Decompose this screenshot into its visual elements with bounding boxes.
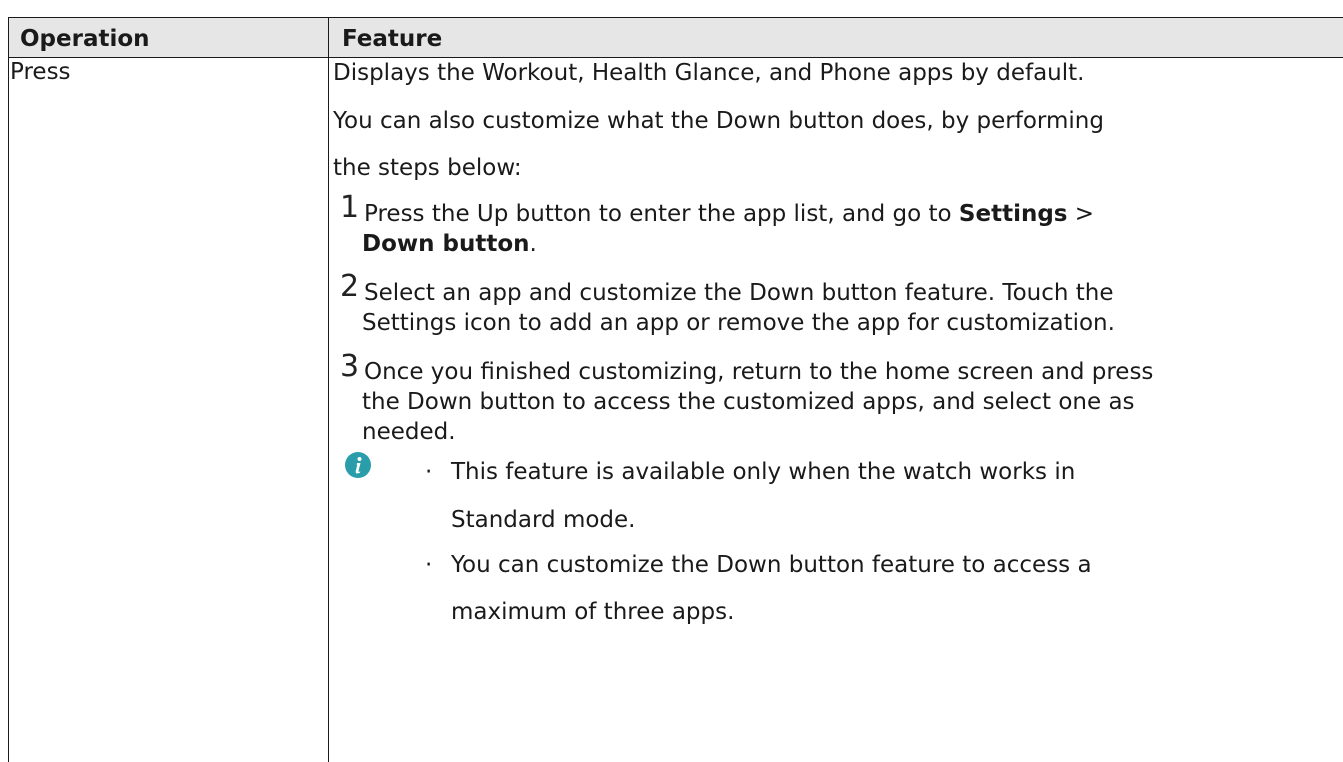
step-2-line-1: Select an app and customize the Down but… [364, 280, 1114, 306]
step-1-down-button-bold: Down button [362, 231, 530, 257]
table-header-row: Operation Feature [8, 18, 1343, 57]
column-divider [328, 17, 329, 762]
info-icon [345, 452, 371, 478]
step-3-line-2: the Down button to access the customized… [362, 389, 1135, 415]
note-1-line-1: This feature is available only when the … [451, 459, 1076, 485]
note-bullet-1: · [425, 459, 433, 485]
note-1-line-2: Standard mode. [451, 507, 636, 533]
note-bullet-2: · [425, 552, 433, 578]
note-2-line-1: You can customize the Down button featur… [451, 552, 1092, 578]
feature-intro-line-1: Displays the Workout, Health Glance, and… [333, 60, 1085, 86]
step-1-line-1: Press the Up button to enter the app lis… [364, 199, 1094, 229]
table-left-border [8, 17, 9, 762]
step-number-2: 2 [340, 269, 360, 304]
step-1-period: . [529, 231, 537, 257]
step-1-line-2: Down button. [362, 229, 537, 259]
step-number-3: 3 [340, 349, 360, 384]
feature-intro-line-3: the steps below: [333, 155, 522, 181]
step-1-text: Press the Up button to enter the app lis… [364, 201, 959, 227]
step-number-1: 1 [340, 190, 360, 225]
note-2-line-2: maximum of three apps. [451, 599, 735, 625]
operation-cell: Press [10, 59, 71, 85]
document-page: Operation Feature Press Displays the Wor… [0, 0, 1343, 762]
step-1-settings-bold: Settings [958, 201, 1068, 227]
step-2-line-2: Settings icon to add an app or remove th… [362, 310, 1115, 336]
feature-intro-line-2: You can also customize what the Down but… [333, 108, 1104, 134]
header-operation: Operation [20, 26, 150, 52]
step-1-separator: > [1067, 201, 1095, 227]
step-3-line-3: needed. [362, 419, 456, 445]
header-feature: Feature [342, 26, 443, 52]
step-3-line-1: Once you finished customizing, return to… [364, 359, 1154, 385]
